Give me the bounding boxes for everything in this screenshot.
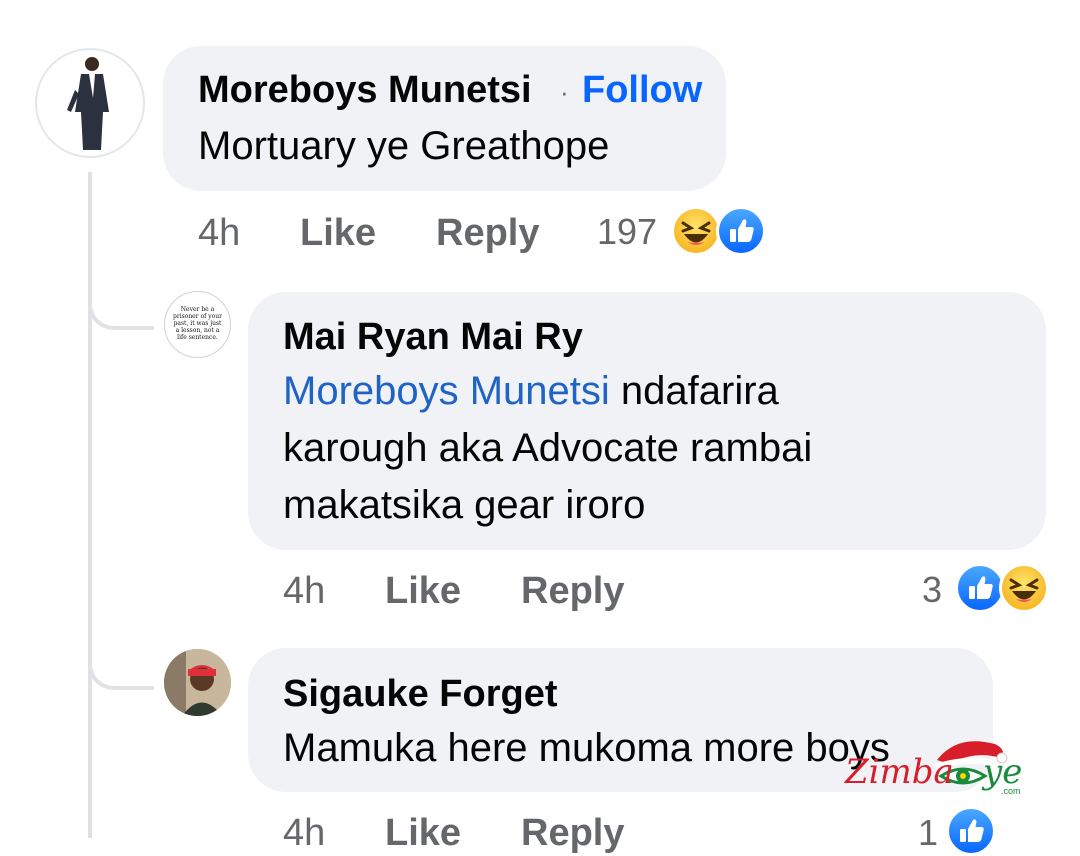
watermark-suffix: .com [1001, 786, 1021, 796]
haha-icon[interactable] [671, 206, 721, 256]
reply-reply-button[interactable]: Reply [521, 812, 624, 855]
like-icon[interactable] [955, 563, 1005, 613]
avatar-mai-ryan[interactable]: Never be a prisoner of your past, it was… [164, 291, 231, 358]
reply-reaction-count[interactable]: 1 [918, 812, 938, 854]
watermark-text-red: Zimba [845, 752, 954, 792]
comment-author[interactable]: Moreboys Munetsi [198, 69, 532, 112]
reply-text-line-3: makatsika gear iroro [283, 483, 646, 527]
reply-time[interactable]: 4h [283, 812, 325, 855]
comment-reply-button[interactable]: Reply [436, 212, 539, 255]
reply-like-button[interactable]: Like [385, 570, 461, 613]
avatar-sigauke[interactable] [164, 649, 231, 716]
reply-text-line-2: karough aka Advocate rambai [283, 426, 813, 470]
zimbaeye-watermark-logo: Zimba ye .com [845, 738, 1035, 800]
reply-author[interactable]: Sigauke Forget [283, 673, 558, 716]
mention-link[interactable]: Moreboys Munetsi [283, 369, 610, 413]
person-in-suit-icon [67, 57, 109, 150]
like-icon[interactable] [946, 806, 996, 856]
reply-like-button[interactable]: Like [385, 812, 461, 855]
thread-line-branch-1 [88, 270, 154, 330]
comment-like-button[interactable]: Like [300, 212, 376, 255]
comment-time[interactable]: 4h [198, 212, 240, 255]
comment-text: Mortuary ye Greathope [198, 124, 610, 168]
thread-line-branch-2 [88, 630, 154, 690]
avatar-quote-text: Never be a prisoner of your past, it was… [173, 306, 222, 341]
follow-separator: · [560, 77, 569, 107]
comment-reaction-count[interactable]: 197 [597, 211, 657, 253]
reply-text-rest: ndafarira [609, 369, 779, 413]
follow-button[interactable]: Follow [582, 69, 702, 112]
person-photo-icon [164, 649, 231, 716]
reply-reply-button[interactable]: Reply [521, 570, 624, 613]
reply-reaction-count[interactable]: 3 [922, 569, 942, 611]
reply-author[interactable]: Mai Ryan Mai Ry [283, 316, 583, 359]
reply-time[interactable]: 4h [283, 570, 325, 613]
haha-icon[interactable] [999, 563, 1049, 613]
avatar-moreboys[interactable] [35, 48, 145, 158]
reply-text: Mamuka here mukoma more boys [283, 726, 890, 770]
reply-text-line-1: Moreboys Munetsi ndafarira [283, 363, 779, 420]
like-icon[interactable] [716, 206, 766, 256]
